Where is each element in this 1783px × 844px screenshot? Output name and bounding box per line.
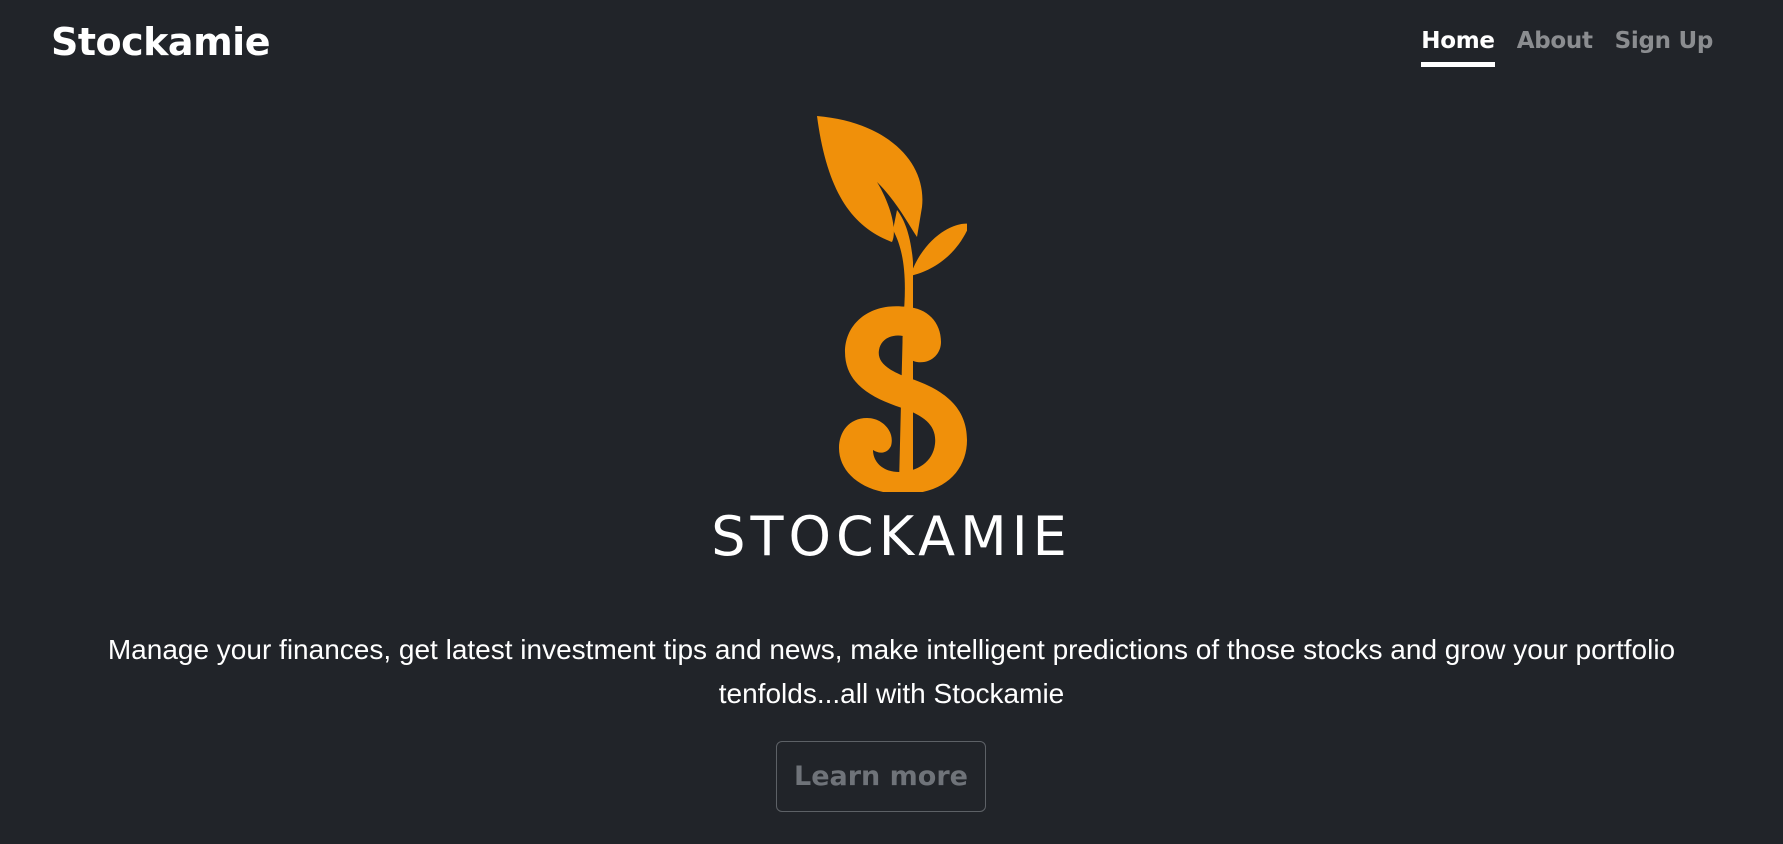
nav-about-link[interactable]: About: [1517, 28, 1593, 67]
hero-description: Manage your finances, get latest investm…: [107, 634, 1676, 709]
dollar-sprout-icon: [816, 116, 967, 492]
nav-signup-link[interactable]: Sign Up: [1615, 28, 1714, 67]
hero-wordmark: STOCKAMIE: [711, 505, 1072, 568]
learn-more-button[interactable]: Learn more: [776, 741, 986, 812]
page: Stockamie Home About Sign Up STOCKAMIE M…: [0, 0, 1783, 844]
nav-menu: Home About Sign Up: [1421, 28, 1713, 67]
navbar: Stockamie Home About Sign Up: [0, 0, 1783, 90]
nav-home-link[interactable]: Home: [1421, 28, 1495, 67]
brand-link[interactable]: Stockamie: [51, 20, 270, 64]
hero-logo: [0, 112, 1783, 492]
